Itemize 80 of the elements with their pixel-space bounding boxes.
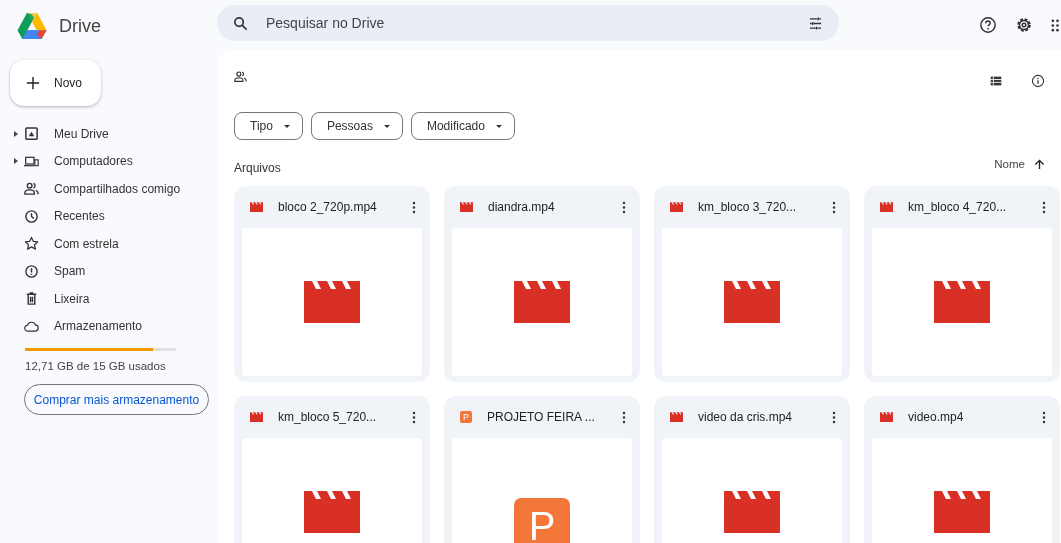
new-button[interactable]: Novo	[10, 60, 101, 106]
file-name: PROJETO FEIRA ...	[487, 410, 596, 424]
expand-caret-icon[interactable]	[14, 130, 18, 137]
sidebar-item[interactable]: Computadores	[54, 154, 133, 169]
more-options-icon[interactable]	[622, 410, 626, 424]
video-clapper-icon	[514, 281, 570, 323]
file-name: km_bloco 4_720...	[908, 200, 1008, 214]
sidebar-item[interactable]: Recentes	[54, 209, 105, 224]
file-card[interactable]: P PROJETO FEIRA ... P	[444, 396, 640, 543]
video-clapper-icon	[934, 491, 990, 533]
app-name: Drive	[59, 15, 101, 37]
file-name: km_bloco 3_720...	[698, 200, 798, 214]
more-options-icon[interactable]	[622, 200, 626, 214]
sidebar-item[interactable]: Com estrela	[54, 236, 119, 251]
search-bar[interactable]: Pesquisar no Drive	[217, 5, 839, 41]
up-arrow-icon	[1034, 158, 1045, 170]
clock-icon	[24, 208, 39, 224]
slides-file-badge: P	[460, 411, 472, 423]
alert-icon	[24, 263, 39, 279]
file-card[interactable]: bloco 2_720p.mp4	[234, 186, 430, 382]
drive-logo-icon	[17, 13, 47, 39]
sidebar-item[interactable]: Compartilhados comigo	[54, 181, 181, 196]
settings-icon[interactable]	[1015, 16, 1033, 34]
more-options-icon[interactable]	[412, 410, 416, 424]
more-options-icon[interactable]	[1042, 200, 1046, 214]
video-file-icon	[250, 202, 263, 212]
people-icon	[24, 181, 39, 197]
file-card[interactable]: video.mp4	[864, 396, 1060, 543]
search-icon	[233, 15, 248, 31]
more-options-icon[interactable]	[412, 200, 416, 214]
filter-chip[interactable]: Modificado	[410, 112, 515, 140]
sidebar-item[interactable]: Armazenamento	[54, 319, 143, 334]
sidebar-item[interactable]: Spam	[54, 264, 86, 279]
video-clapper-icon	[724, 281, 780, 323]
slides-preview-icon: P	[514, 498, 570, 543]
video-file-icon	[250, 412, 263, 422]
dropdown-caret-icon	[283, 124, 290, 128]
video-file-icon	[670, 412, 683, 422]
file-name: bloco 2_720p.mp4	[278, 200, 378, 214]
dropdown-caret-icon	[383, 124, 390, 128]
video-file-icon	[670, 202, 683, 212]
video-clapper-icon	[724, 491, 780, 533]
dropdown-caret-icon	[495, 124, 502, 128]
search-field[interactable]: Pesquisar no Drive	[264, 14, 808, 32]
more-options-icon[interactable]	[832, 410, 836, 424]
video-clapper-icon	[304, 281, 360, 323]
video-file-icon	[880, 412, 893, 422]
video-clapper-icon	[934, 281, 990, 323]
video-clapper-icon	[304, 491, 360, 533]
file-name: diandra.mp4	[488, 200, 556, 214]
file-card[interactable]: km_bloco 5_720...	[234, 396, 430, 543]
star-icon	[24, 236, 39, 252]
sort-button[interactable]: Nome	[994, 158, 1045, 170]
people-icon	[234, 69, 247, 83]
info-icon[interactable]	[1031, 74, 1045, 88]
plus-icon	[26, 76, 40, 90]
sidebar-item[interactable]: Lixeira	[54, 291, 90, 306]
file-name: video.mp4	[908, 410, 965, 424]
apps-grid-icon[interactable]	[1051, 18, 1061, 32]
file-card[interactable]: km_bloco 4_720...	[864, 186, 1060, 382]
sidebar-item[interactable]: Meu Drive	[54, 126, 109, 141]
video-file-icon	[460, 202, 473, 212]
file-card[interactable]: diandra.mp4	[444, 186, 640, 382]
storage-usage-text: 12,71 GB de 15 GB usados	[25, 360, 167, 372]
filter-chip[interactable]: Tipo	[234, 112, 303, 140]
trash-icon	[24, 291, 39, 307]
section-title: Arquivos	[234, 161, 281, 175]
more-options-icon[interactable]	[832, 200, 836, 214]
file-card[interactable]: video da cris.mp4	[654, 396, 850, 543]
expand-caret-icon[interactable]	[14, 158, 18, 165]
video-file-icon	[880, 202, 893, 212]
help-icon[interactable]	[979, 16, 997, 34]
file-name: video da cris.mp4	[698, 410, 794, 424]
more-options-icon[interactable]	[1042, 410, 1046, 424]
filter-chip[interactable]: Pessoas	[310, 112, 403, 140]
drive-icon	[24, 126, 39, 142]
filter-options-icon[interactable]	[808, 15, 823, 31]
file-name: km_bloco 5_720...	[278, 410, 378, 424]
file-card[interactable]: km_bloco 3_720...	[654, 186, 850, 382]
list-view-icon[interactable]	[989, 74, 1003, 88]
